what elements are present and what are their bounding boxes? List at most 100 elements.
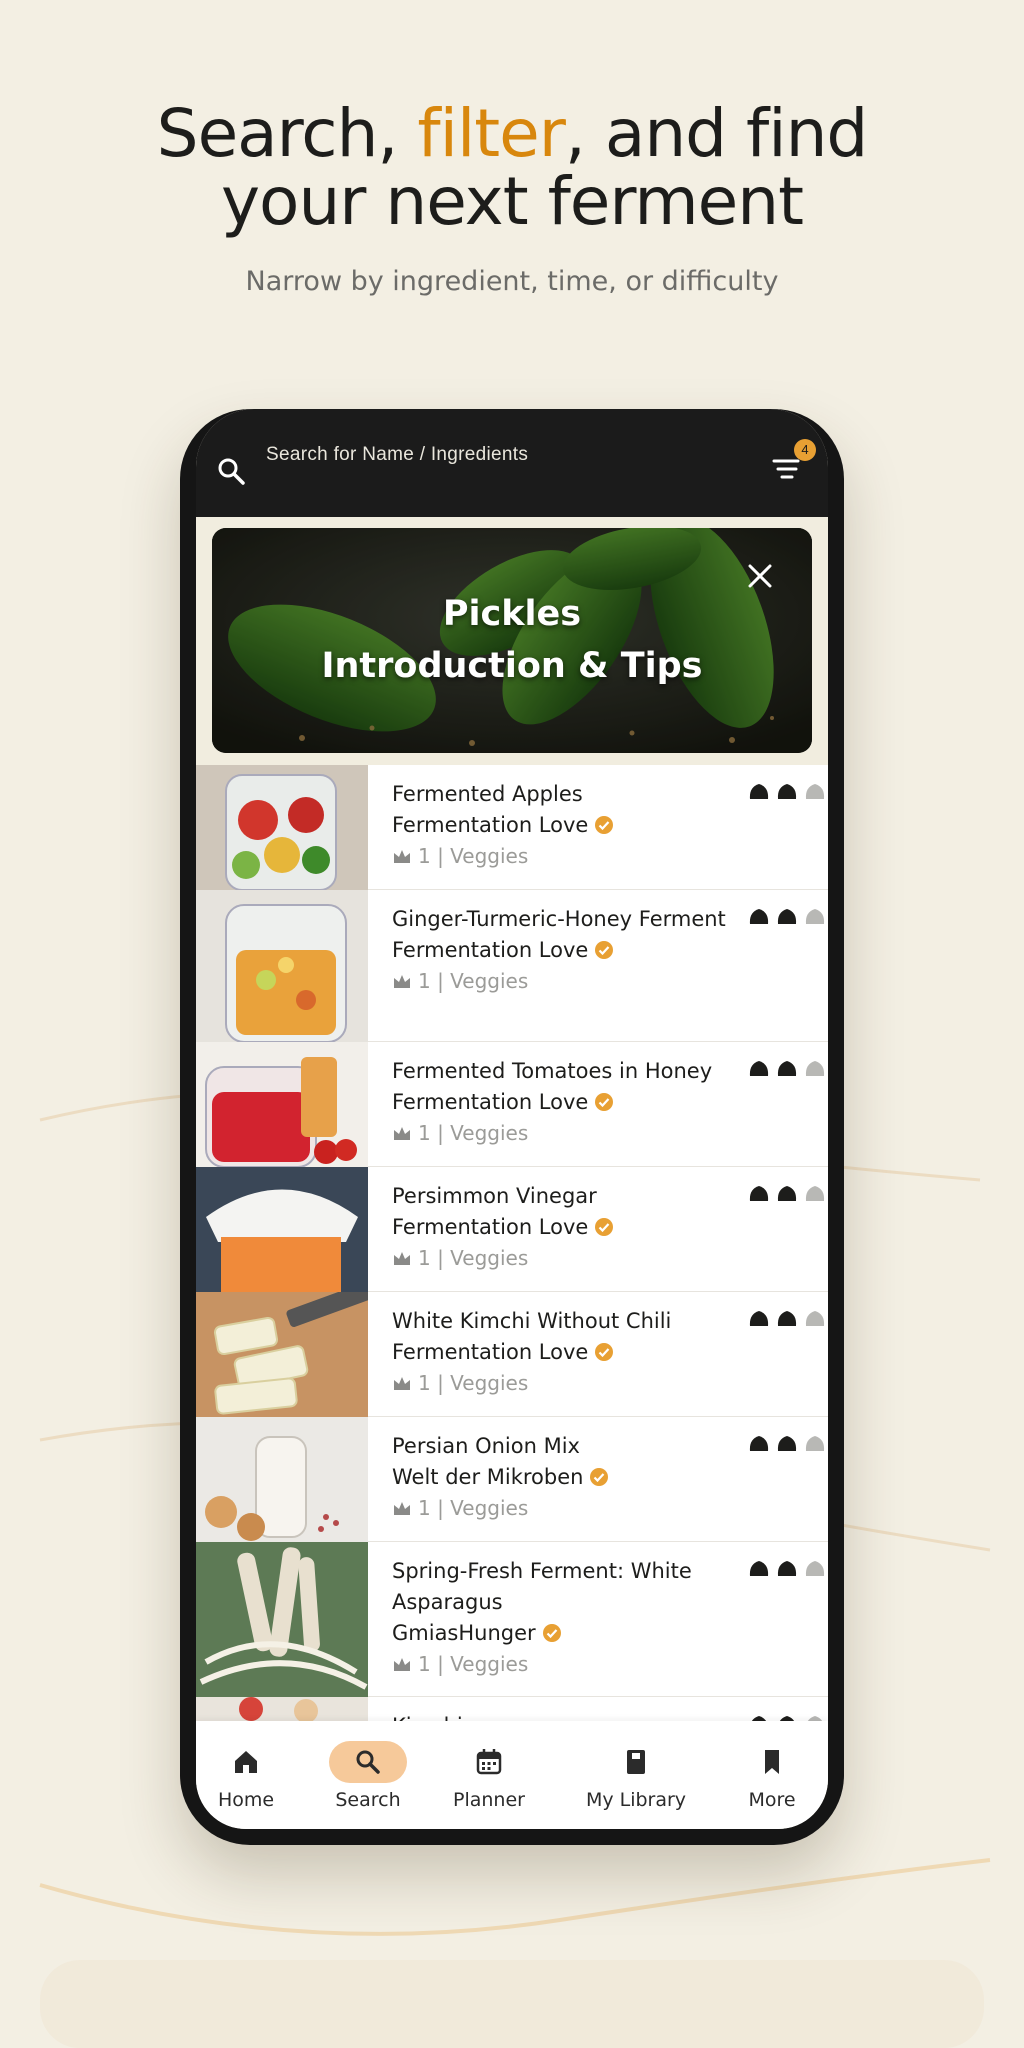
recipe-info: Fermented Apples Fermentation Love 1 | V…	[392, 779, 742, 872]
banner-title-line1: Pickles	[442, 594, 582, 634]
recipe-info: Spring-Fresh Ferment: White Asparagus Gm…	[392, 1556, 742, 1680]
recipe-title: Fermented Tomatoes in Honey	[392, 1059, 713, 1083]
headline-line2: your next ferment	[221, 163, 804, 240]
recipe-author: Fermentation Love	[392, 810, 742, 841]
recipe-row[interactable]: Spring-Fresh Ferment: White Asparagus Gm…	[196, 1542, 828, 1697]
nav-more[interactable]: More	[732, 1741, 812, 1811]
recipe-author: Fermentation Love	[392, 1337, 742, 1368]
verified-icon	[595, 1093, 614, 1111]
recipe-meta: 1 | Veggies	[392, 1118, 742, 1149]
crown-icon	[394, 850, 410, 863]
app-screen: Search for Name / Ingredients 4 Pickles …	[196, 409, 828, 1829]
banner-title-line2: Introduction & Tips	[321, 646, 703, 686]
recipe-list[interactable]: Fermented Apples Fermentation Love 1 | V…	[196, 765, 828, 1725]
recipe-meta-text: 1 | Veggies	[418, 1496, 529, 1520]
recipe-author: Fermentation Love	[392, 1212, 742, 1243]
difficulty-icon	[749, 1186, 825, 1201]
recipe-title: Spring-Fresh Ferment: White Asparagus	[392, 1559, 692, 1614]
phone-frame: Search for Name / Ingredients 4 Pickles …	[180, 409, 844, 1845]
recipe-thumbnail	[196, 1167, 368, 1292]
recipe-row[interactable]: Fermented Apples Fermentation Love 1 | V…	[196, 765, 828, 890]
author-name: Fermentation Love	[392, 1215, 589, 1239]
search-input[interactable]: Search for Name / Ingredients	[266, 444, 736, 466]
recipe-info: Persian Onion Mix Welt der Mikroben 1 | …	[392, 1431, 742, 1524]
search-icon	[218, 458, 245, 485]
nav-home-label: Home	[217, 1789, 275, 1811]
home-icon	[206, 1741, 286, 1781]
subheadline: Narrow by ingredient, time, or difficult…	[245, 266, 779, 297]
recipe-thumbnail	[196, 1042, 368, 1167]
recipe-title: White Kimchi Without Chili	[392, 1309, 672, 1333]
recipe-author: Welt der Mikroben	[392, 1462, 742, 1493]
recipe-row[interactable]: White Kimchi Without Chili Fermentation …	[196, 1292, 828, 1417]
author-name: Fermentation Love	[392, 1340, 589, 1364]
crown-icon	[394, 1127, 410, 1140]
recipe-meta: 1 | Veggies	[392, 1243, 742, 1274]
recipe-author: Fermentation Love	[392, 935, 742, 966]
headline-part1: Search,	[156, 95, 418, 172]
recipe-meta-text: 1 | Veggies	[418, 844, 529, 868]
recipe-meta-text: 1 | Veggies	[418, 969, 529, 993]
crown-icon	[394, 1502, 410, 1515]
verified-icon	[595, 1218, 614, 1236]
category-banner[interactable]: Pickles Introduction & Tips	[212, 528, 812, 753]
close-icon[interactable]	[742, 558, 778, 594]
bottom-navigation: Home Search Planner My Library More	[196, 1721, 828, 1829]
nav-search[interactable]: Search	[318, 1741, 418, 1811]
recipe-meta-text: 1 | Veggies	[418, 1121, 529, 1145]
nav-planner-label: Planner	[453, 1789, 525, 1811]
recipe-meta: 1 | Veggies	[392, 1368, 742, 1399]
difficulty-icon	[749, 1436, 825, 1451]
author-name: Fermentation Love	[392, 1090, 589, 1114]
recipe-info: Fermented Tomatoes in Honey Fermentation…	[392, 1056, 742, 1149]
difficulty-icon	[749, 1061, 825, 1076]
recipe-title: Persimmon Vinegar	[392, 1184, 597, 1208]
recipe-row[interactable]: Persimmon Vinegar Fermentation Love 1 | …	[196, 1167, 828, 1292]
recipe-row[interactable]: Fermented Tomatoes in Honey Fermentation…	[196, 1042, 828, 1167]
nav-planner[interactable]: Planner	[444, 1741, 534, 1811]
recipe-row[interactable]: Ginger-Turmeric-Honey Ferment Fermentati…	[196, 890, 828, 1042]
crown-icon	[394, 1252, 410, 1265]
difficulty-icon	[749, 784, 825, 799]
headline-part2: , and find	[564, 95, 868, 172]
recipe-info: Ginger-Turmeric-Honey Ferment Fermentati…	[392, 904, 742, 997]
search-icon	[318, 1741, 418, 1783]
nav-search-label: Search	[335, 1789, 401, 1811]
recipe-meta-text: 1 | Veggies	[418, 1246, 529, 1270]
bookmark-icon	[732, 1741, 812, 1781]
headline-accent: filter	[417, 95, 566, 172]
nav-my-library-label: My Library	[585, 1789, 687, 1811]
search-bar[interactable]: Search for Name / Ingredients 4	[196, 409, 828, 517]
book-icon	[571, 1741, 701, 1781]
recipe-thumbnail	[196, 765, 368, 890]
banner-title: Pickles Introduction & Tips	[212, 588, 812, 692]
calendar-icon	[444, 1741, 534, 1781]
author-name: Fermentation Love	[392, 938, 589, 962]
recipe-meta: 1 | Veggies	[392, 966, 742, 997]
recipe-info: Persimmon Vinegar Fermentation Love 1 | …	[392, 1181, 742, 1274]
recipe-meta-text: 1 | Veggies	[418, 1652, 529, 1676]
difficulty-icon	[749, 909, 825, 924]
filter-button[interactable]: 4	[768, 439, 824, 489]
recipe-thumbnail	[196, 1417, 368, 1542]
recipe-row[interactable]: Persian Onion Mix Welt der Mikroben 1 | …	[196, 1417, 828, 1542]
recipe-thumbnail	[196, 1542, 368, 1697]
nav-home[interactable]: Home	[206, 1741, 286, 1811]
recipe-title: Fermented Apples	[392, 782, 583, 806]
difficulty-icon	[749, 1311, 825, 1326]
recipe-title: Persian Onion Mix	[392, 1434, 580, 1458]
recipe-info: White Kimchi Without Chili Fermentation …	[392, 1306, 742, 1399]
headline: Search, filter, and find your next ferme…	[0, 100, 1024, 236]
crown-icon	[394, 975, 410, 988]
recipe-meta: 1 | Veggies	[392, 841, 742, 872]
crown-icon	[394, 1658, 410, 1671]
verified-icon	[595, 1343, 614, 1361]
author-name: GmiasHunger	[392, 1621, 536, 1645]
nav-my-library[interactable]: My Library	[571, 1741, 701, 1811]
recipe-thumbnail	[196, 1292, 368, 1417]
filter-count-badge: 4	[794, 439, 816, 461]
crown-icon	[394, 1377, 410, 1390]
recipe-meta: 1 | Veggies	[392, 1649, 742, 1680]
author-name: Welt der Mikroben	[392, 1465, 584, 1489]
verified-icon	[590, 1468, 609, 1486]
